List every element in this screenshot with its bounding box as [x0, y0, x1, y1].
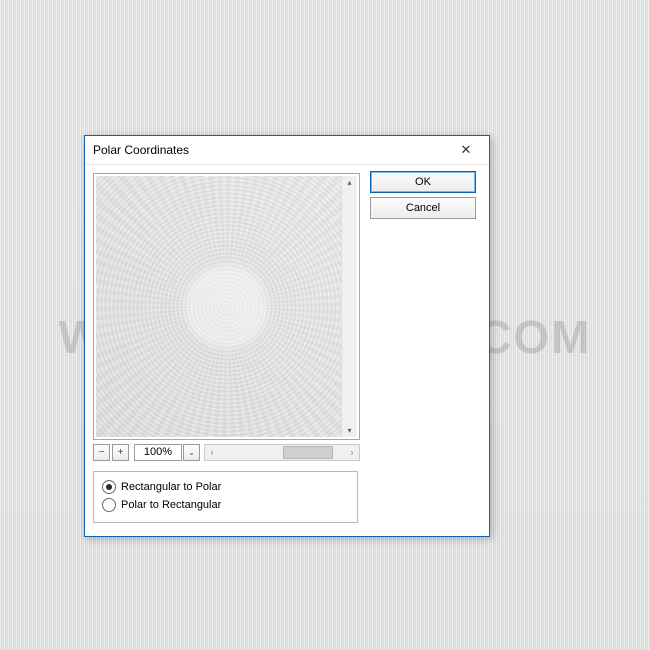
- preview-image: [96, 176, 357, 437]
- ok-button[interactable]: OK: [370, 171, 476, 193]
- cancel-button[interactable]: Cancel: [370, 197, 476, 219]
- close-icon[interactable]: ✕: [449, 139, 483, 161]
- scroll-up-icon[interactable]: ▴: [342, 176, 357, 189]
- radio-rect-to-polar[interactable]: Rectangular to Polar: [102, 478, 349, 496]
- scroll-right-icon[interactable]: ›: [345, 445, 359, 460]
- button-column: OK Cancel: [370, 171, 476, 219]
- preview-column: ▴ ▾ − + 100% ⌄ ‹ ›: [93, 173, 360, 523]
- zoom-row: − + 100% ⌄ ‹ ›: [93, 443, 360, 461]
- preview-viewport[interactable]: ▴ ▾: [96, 176, 357, 437]
- dialog-title: Polar Coordinates: [93, 143, 449, 157]
- horizontal-scrollbar[interactable]: ‹ ›: [204, 444, 360, 461]
- zoom-in-button[interactable]: +: [112, 444, 129, 461]
- zoom-dropdown-icon[interactable]: ⌄: [183, 444, 200, 461]
- vertical-scrollbar[interactable]: ▴ ▾: [341, 176, 357, 437]
- radio-dot-icon: [102, 480, 116, 494]
- radio-dot-icon: [102, 498, 116, 512]
- zoom-value[interactable]: 100%: [134, 444, 182, 461]
- zoom-out-button[interactable]: −: [93, 444, 110, 461]
- radio-polar-to-rect[interactable]: Polar to Rectangular: [102, 496, 349, 514]
- dialog-body: ▴ ▾ − + 100% ⌄ ‹ ›: [85, 165, 489, 531]
- polar-coordinates-dialog: Polar Coordinates ✕ ▴ ▾ − + 100% ⌄: [84, 135, 490, 537]
- scroll-down-icon[interactable]: ▾: [342, 424, 357, 437]
- radio-label: Rectangular to Polar: [121, 481, 221, 493]
- preview-box: ▴ ▾: [93, 173, 360, 440]
- radio-label: Polar to Rectangular: [121, 499, 221, 511]
- options-group: Rectangular to Polar Polar to Rectangula…: [93, 471, 358, 523]
- scroll-left-icon[interactable]: ‹: [205, 445, 219, 460]
- scroll-thumb[interactable]: [283, 446, 333, 459]
- dialog-titlebar: Polar Coordinates ✕: [85, 136, 489, 165]
